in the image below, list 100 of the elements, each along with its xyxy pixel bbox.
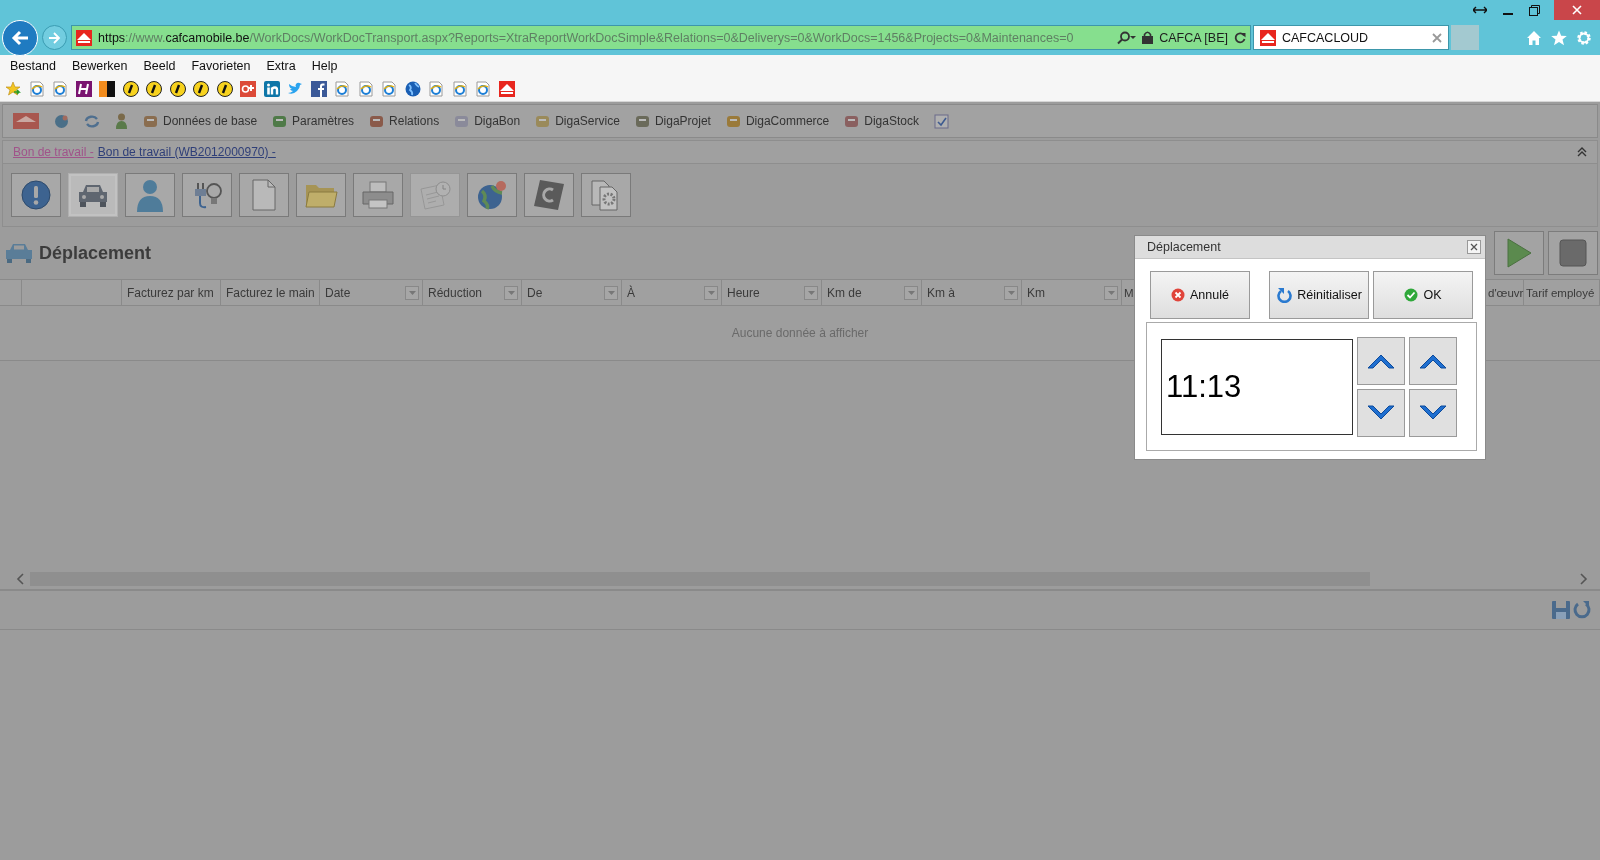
column-header[interactable]: Facturez le main (221, 280, 320, 305)
nav-item[interactable]: Données de base (143, 113, 258, 129)
tool-button[interactable] (467, 173, 517, 217)
restore-icon[interactable] (1529, 4, 1540, 16)
nav-item[interactable]: Paramètres (272, 113, 355, 129)
close-icon[interactable] (1432, 32, 1442, 43)
column-header[interactable]: Facturez par km (122, 280, 221, 305)
nav-item[interactable]: Relations (369, 113, 440, 129)
tool-button[interactable] (239, 173, 289, 217)
site-identity[interactable]: CAFCA [BE] (1159, 30, 1228, 45)
page-icon[interactable] (451, 81, 468, 97)
page-icon[interactable] (52, 81, 68, 97)
logo-icon[interactable] (122, 81, 139, 97)
tool-button[interactable] (353, 173, 403, 217)
tool-button[interactable] (68, 173, 118, 217)
logo-icon[interactable] (193, 81, 209, 97)
increment-button[interactable] (1409, 336, 1457, 385)
decrement-button[interactable] (1409, 388, 1457, 437)
reset-button[interactable]: Réinitialiser (1269, 271, 1369, 319)
nav-item[interactable]: DigaProjet (634, 113, 711, 129)
column-header[interactable]: Km (1022, 280, 1122, 305)
stop-button[interactable] (1548, 231, 1598, 275)
scroll-right-icon[interactable] (1580, 573, 1588, 585)
checklist-icon[interactable] (933, 113, 949, 129)
car-icon (76, 182, 110, 208)
column-header[interactable]: Tarif employé (1524, 280, 1600, 305)
logo-icon[interactable] (75, 81, 92, 97)
collapse-icon[interactable] (1577, 147, 1587, 157)
back-button[interactable] (2, 19, 38, 56)
nav-item[interactable]: DigaService (535, 113, 620, 129)
sync-icon[interactable] (84, 113, 100, 129)
column-header[interactable]: Date (320, 280, 423, 305)
tool-button[interactable] (524, 173, 574, 217)
lock-icon (1142, 31, 1154, 44)
column-header[interactable]: De (522, 280, 622, 305)
resize-icon[interactable] (1473, 6, 1487, 14)
decrement-button[interactable] (1357, 388, 1405, 437)
increment-button[interactable] (1357, 336, 1405, 385)
page-icon[interactable] (334, 81, 350, 97)
caret-icon (507, 290, 515, 295)
filter-button[interactable] (604, 285, 618, 300)
column-header[interactable]: Km de (822, 280, 922, 305)
filter-button[interactable] (1104, 285, 1118, 300)
home-icon[interactable] (1526, 29, 1542, 46)
star-icon[interactable] (5, 81, 21, 97)
column-header[interactable]: Réduction (423, 280, 522, 305)
page-icon[interactable] (475, 81, 491, 97)
filter-button[interactable] (904, 285, 918, 300)
save-icon[interactable] (1551, 600, 1571, 620)
menu-item[interactable]: Help (303, 57, 346, 75)
column-header[interactable]: M (1122, 280, 1134, 305)
undo-icon[interactable] (1572, 600, 1592, 620)
logo-icon[interactable] (216, 81, 233, 97)
column-header[interactable]: Heure (722, 280, 822, 305)
filter-button[interactable] (405, 285, 419, 300)
tool-button[interactable] (182, 173, 232, 217)
tool-button[interactable] (581, 173, 631, 217)
globe-icon[interactable] (404, 81, 421, 97)
logo-icon[interactable] (169, 81, 186, 97)
breadcrumb-link[interactable]: Bon de travail (WB2012000970) - (97, 145, 276, 159)
menu-item[interactable]: Bewerken (63, 57, 136, 75)
tool-button[interactable] (296, 173, 346, 217)
filter-button[interactable] (704, 285, 718, 300)
close-button[interactable] (1467, 240, 1481, 254)
refresh-icon[interactable] (1234, 31, 1246, 44)
forward-button[interactable] (42, 25, 67, 50)
time-field[interactable]: 11:13 (1161, 338, 1353, 435)
star-icon[interactable] (1551, 29, 1567, 46)
filter-button[interactable] (1004, 285, 1018, 300)
menu-item[interactable]: Beeld (135, 57, 184, 75)
cancel-button[interactable]: Annulé (1150, 271, 1250, 319)
filter-button[interactable] (804, 285, 818, 300)
tool-button[interactable] (11, 173, 61, 217)
plus-icon[interactable] (240, 81, 256, 97)
menu-item[interactable]: Bestand (2, 57, 64, 75)
scroll-left-icon[interactable] (16, 573, 24, 585)
column-header[interactable]: Km à (922, 280, 1022, 305)
menu-item[interactable]: Extra (258, 57, 304, 75)
column-header[interactable]: À (622, 280, 722, 305)
bird-icon[interactable] (287, 81, 303, 97)
logo-icon[interactable] (99, 81, 115, 97)
filter-button[interactable] (504, 285, 518, 300)
person-icon[interactable] (115, 113, 128, 129)
search-icon[interactable] (1116, 30, 1137, 45)
tool-button[interactable] (125, 173, 175, 217)
page-icon[interactable] (428, 81, 444, 97)
page-icon[interactable] (357, 81, 374, 97)
address-bar[interactable]: https://www.cafcamobile.be/WorkDocs/WorkDocTransport.aspx?Reports=XtraReportWorkDocSimple&Relations=0&Deliverys=0&WorkDocs=1456&Projects=0&Maintenances=0 CAFCA [BE] (71, 25, 1251, 50)
nav-item[interactable]: DigaStock (844, 113, 919, 129)
settings-icon[interactable] (1576, 29, 1592, 46)
menu-item[interactable]: Favorieten (183, 57, 259, 75)
logo-icon[interactable] (146, 81, 162, 97)
nav-item[interactable]: DigaBon (454, 113, 521, 129)
browser-tab[interactable]: CAFCACLOUD (1253, 25, 1449, 50)
logo-icon[interactable] (310, 81, 327, 97)
page-icon[interactable] (381, 81, 397, 97)
play-button[interactable] (1494, 231, 1544, 275)
nav-item[interactable]: DigaCommerce (725, 113, 830, 129)
page-icon[interactable] (28, 81, 45, 97)
ok-button[interactable]: OK (1373, 271, 1473, 319)
